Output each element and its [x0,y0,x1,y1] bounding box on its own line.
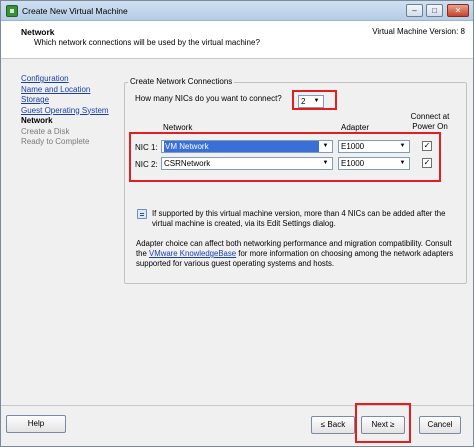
page-subtitle: Which network connections will be used b… [34,38,260,47]
column-adapter: Adapter [341,123,370,132]
highlight-box-next [355,403,411,443]
group-title: Create Network Connections [128,77,235,86]
nic2-network-value: CSRNetwork [164,159,211,168]
back-button[interactable]: ≤ Back [311,416,355,434]
help-button[interactable]: Help [6,415,66,433]
nic1-network-select[interactable]: VM Network ▼ [161,140,333,153]
nic1-network-value: VM Network [164,141,319,152]
close-icon[interactable]: ✕ [447,4,469,17]
info-icon [137,209,147,219]
nic1-adapter-value: E1000 [341,142,365,151]
highlight-box-nic-count [292,90,337,110]
nav-step-name-and-location[interactable]: Name and Location [21,85,121,96]
nic2-connect-checkbox[interactable]: ✓ [422,158,432,168]
wizard-window: Create New Virtual Machine – □ ✕ Network… [0,0,474,447]
column-network: Network [163,123,193,132]
chevron-down-icon: ▼ [322,143,329,149]
nav-step-create-disk: Create a Disk [21,126,70,136]
vm-version-label: Virtual Machine Version: 8 [372,27,465,36]
nic2-adapter-select[interactable]: E1000 ▼ [338,157,410,170]
nav-step-ready-to-complete: Ready to Complete [21,137,90,146]
chevron-down-icon: ▼ [322,160,329,166]
nic2-label: NIC 2: [135,160,158,169]
column-connect-at-power-on: Connect at Power On [410,112,450,131]
window-title: Create New Virtual Machine [22,6,128,16]
nic-limit-info: If supported by this virtual machine ver… [152,209,446,228]
page-title: Network [21,27,55,37]
nic-count-label: How many NICs do you want to connect? [135,94,282,103]
wizard-header: Network Which network connections will b… [1,21,473,59]
title-bar[interactable]: Create New Virtual Machine – □ ✕ [1,1,473,21]
nic1-label: NIC 1: [135,143,158,152]
adapter-choice-note: Adapter choice can affect both networkin… [136,239,461,269]
cancel-button[interactable]: Cancel [419,416,461,434]
nic1-adapter-select[interactable]: E1000 ▼ [338,140,410,153]
nav-step-guest-os[interactable]: Guest Operating System [21,106,121,117]
nic1-connect-checkbox[interactable]: ✓ [422,141,432,151]
nav-step-storage[interactable]: Storage [21,95,121,106]
maximize-icon[interactable]: □ [426,4,443,17]
vmware-kb-link[interactable]: VMware KnowledgeBase [149,249,236,258]
nic2-network-select[interactable]: CSRNetwork ▼ [161,157,333,170]
minimize-icon[interactable]: – [406,4,423,17]
chevron-down-icon: ▼ [399,160,406,166]
nav-step-configuration[interactable]: Configuration [21,74,121,85]
nav-step-network: Network [21,116,53,125]
nic2-adapter-value: E1000 [341,159,365,168]
vm-app-icon [6,5,18,17]
wizard-steps-nav: Configuration Name and Location Storage … [21,74,121,148]
chevron-down-icon: ▼ [399,143,406,149]
